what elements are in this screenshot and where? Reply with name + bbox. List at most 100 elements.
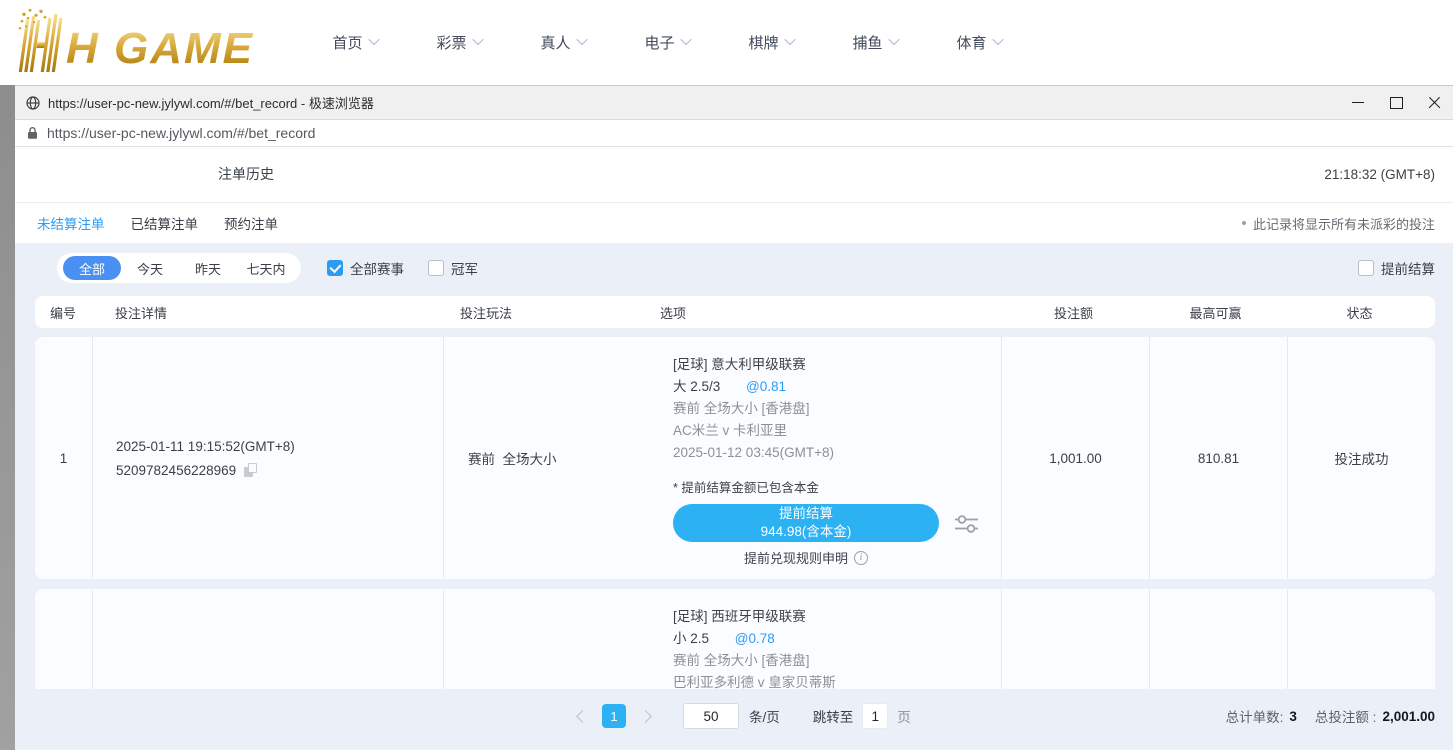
filter-row: 全部 今天 昨天 七天内 全部赛事 冠军 <box>57 253 1435 283</box>
total-count: 3 <box>1289 709 1297 724</box>
jump-page-input[interactable] <box>862 703 888 729</box>
page-size-input[interactable] <box>683 703 739 729</box>
col-header-play: 投注玩法 <box>443 303 645 322</box>
cashout-rule-link[interactable]: 提前兑现规则申明 <box>744 548 848 567</box>
nav-item-live[interactable]: 真人 <box>523 32 603 53</box>
col-header-maxwin: 最高可赢 <box>1147 303 1284 322</box>
checkbox-early-settle[interactable]: 提前结算 <box>1358 258 1435 278</box>
nav-item-home[interactable]: 首页 <box>315 32 395 53</box>
nav-item-lottery[interactable]: 彩票 <box>419 32 499 53</box>
col-header-status: 状态 <box>1284 303 1435 322</box>
address-bar[interactable]: https://user-pc-new.jylywl.com/#/bet_rec… <box>15 120 1453 147</box>
close-icon <box>1428 96 1441 109</box>
page-footer: 1 条/页 跳转至 页 总计单数: 3 总投注额 : 2,001.00 <box>15 689 1453 750</box>
nav-item-slots[interactable]: 电子 <box>627 32 707 53</box>
browser-window: https://user-pc-new.jylywl.com/#/bet_rec… <box>15 85 1453 750</box>
chevron-down-icon <box>680 33 691 44</box>
minimize-button[interactable] <box>1339 86 1377 119</box>
option-cell: [足球] 意大利甲级联赛 大 2.5/3 @0.81 赛前 全场大小 [香港盘]… <box>646 337 1001 579</box>
filter-all[interactable]: 全部 <box>63 256 121 280</box>
chevron-down-icon <box>784 33 795 44</box>
globe-icon <box>26 96 40 110</box>
per-page-label: 条/页 <box>749 706 780 726</box>
bet-detail-cell: 2025-01-11 19:15:52(GMT+8) 5209782456228… <box>93 337 444 579</box>
chevron-down-icon <box>472 33 483 44</box>
total-count-label: 总计单数: <box>1226 706 1284 726</box>
match-filter-group: 全部赛事 冠军 <box>327 258 478 278</box>
address-url: https://user-pc-new.jylywl.com/#/bet_rec… <box>47 125 315 141</box>
cashout-button[interactable]: 提前结算 944.98(含本金) <box>673 504 939 542</box>
match-teams: AC米兰 v 卡利亚里 <box>673 420 1001 442</box>
cashout-note: * 提前结算金额已包含本金 <box>673 477 1001 496</box>
prev-page-icon[interactable] <box>576 710 589 723</box>
col-header-no: 编号 <box>35 303 92 322</box>
play-type: 赛前 全场大小 <box>444 337 646 579</box>
nav-item-cards[interactable]: 棋牌 <box>731 32 811 53</box>
lock-icon <box>27 126 38 140</box>
total-amount: 2,001.00 <box>1382 709 1435 724</box>
page-unit-label: 页 <box>897 706 911 726</box>
market: 赛前 全场大小 [香港盘] <box>673 398 1001 420</box>
chevron-down-icon <box>368 33 379 44</box>
copy-icon[interactable] <box>244 463 257 477</box>
filter-7days[interactable]: 七天内 <box>237 256 295 280</box>
site-header: H GAME 首页 彩票 真人 电子 棋牌 <box>0 0 1453 85</box>
main-nav: 首页 彩票 真人 电子 棋牌 捕鱼 <box>315 0 1043 85</box>
window-title: https://user-pc-new.jylywl.com/#/bet_rec… <box>48 93 1339 112</box>
notice: 此记录将显示所有未派彩的投注 <box>1242 214 1435 233</box>
status-badge: 投注成功 <box>1288 337 1435 579</box>
col-header-option: 选项 <box>645 303 1000 322</box>
match-time: 2025-01-12 03:45(GMT+8) <box>673 442 1001 464</box>
tab-unsettled[interactable]: 未结算注单 <box>37 213 105 233</box>
jump-label: 跳转至 <box>813 706 854 726</box>
table-row: 1 2025-01-11 19:15:52(GMT+8) 52097824562… <box>35 337 1435 579</box>
page-title: 注单历史 <box>218 147 274 202</box>
col-header-detail: 投注详情 <box>92 303 443 322</box>
league: [足球] 意大利甲级联赛 <box>673 354 1001 376</box>
nav-item-sports[interactable]: 体育 <box>939 32 1019 53</box>
selection: 小 2.5 <box>673 631 709 646</box>
bet-time: 2025-01-11 19:15:52(GMT+8) <box>116 439 443 454</box>
checkbox-icon <box>1358 260 1374 276</box>
logo-text: H GAME <box>66 24 254 73</box>
sliders-icon[interactable] <box>953 510 980 537</box>
pagination: 1 条/页 跳转至 页 <box>578 703 911 729</box>
league: [足球] 西班牙甲级联赛 <box>673 606 1001 628</box>
close-button[interactable] <box>1415 86 1453 119</box>
current-page-button[interactable]: 1 <box>602 704 626 728</box>
odds: @0.78 <box>735 631 775 646</box>
page-header: 注单历史 21:18:32 (GMT+8) <box>15 147 1453 202</box>
tabs-row: 未结算注单 已结算注单 预约注单 此记录将显示所有未派彩的投注 <box>15 202 1453 243</box>
browser-titlebar: https://user-pc-new.jylywl.com/#/bet_rec… <box>15 86 1453 120</box>
tab-settled[interactable]: 已结算注单 <box>131 213 199 233</box>
play-option-cell: 赛前 全场大小 [足球] 意大利甲级联赛 大 2.5/3 @0.81 赛前 全场… <box>444 337 1002 579</box>
hgame-logo-icon: H GAME <box>14 6 282 78</box>
nav-item-fishing[interactable]: 捕鱼 <box>835 32 915 53</box>
checkbox-icon <box>327 260 343 276</box>
window-controls <box>1339 86 1453 119</box>
maximize-button[interactable] <box>1377 86 1415 119</box>
checkbox-all-matches[interactable]: 全部赛事 <box>327 258 404 278</box>
checkbox-champion[interactable]: 冠军 <box>428 258 478 278</box>
chevron-down-icon <box>888 33 899 44</box>
total-amount-label: 总投注额 : <box>1315 706 1377 726</box>
next-page-icon[interactable] <box>639 710 652 723</box>
minimize-icon <box>1352 102 1364 103</box>
tab-reserved[interactable]: 预约注单 <box>224 213 278 233</box>
selection: 大 2.5/3 <box>673 379 720 394</box>
table-header: 编号 投注详情 投注玩法 选项 投注额 最高可赢 状态 <box>35 296 1435 328</box>
chevron-down-icon <box>992 33 1003 44</box>
col-header-amount: 投注额 <box>1000 303 1147 322</box>
bullet-icon <box>1242 221 1246 225</box>
bet-id: 5209782456228969 <box>116 463 236 478</box>
server-clock: 21:18:32 (GMT+8) <box>1324 147 1435 202</box>
site-logo[interactable]: H GAME <box>14 6 282 83</box>
info-icon[interactable] <box>854 551 868 565</box>
market: 赛前 全场大小 [香港盘] <box>673 650 1001 672</box>
filter-yesterday[interactable]: 昨天 <box>179 256 237 280</box>
chevron-down-icon <box>576 33 587 44</box>
filter-today[interactable]: 今天 <box>121 256 179 280</box>
max-win: 810.81 <box>1150 337 1288 579</box>
checkbox-icon <box>428 260 444 276</box>
bet-amount: 1,001.00 <box>1002 337 1150 579</box>
